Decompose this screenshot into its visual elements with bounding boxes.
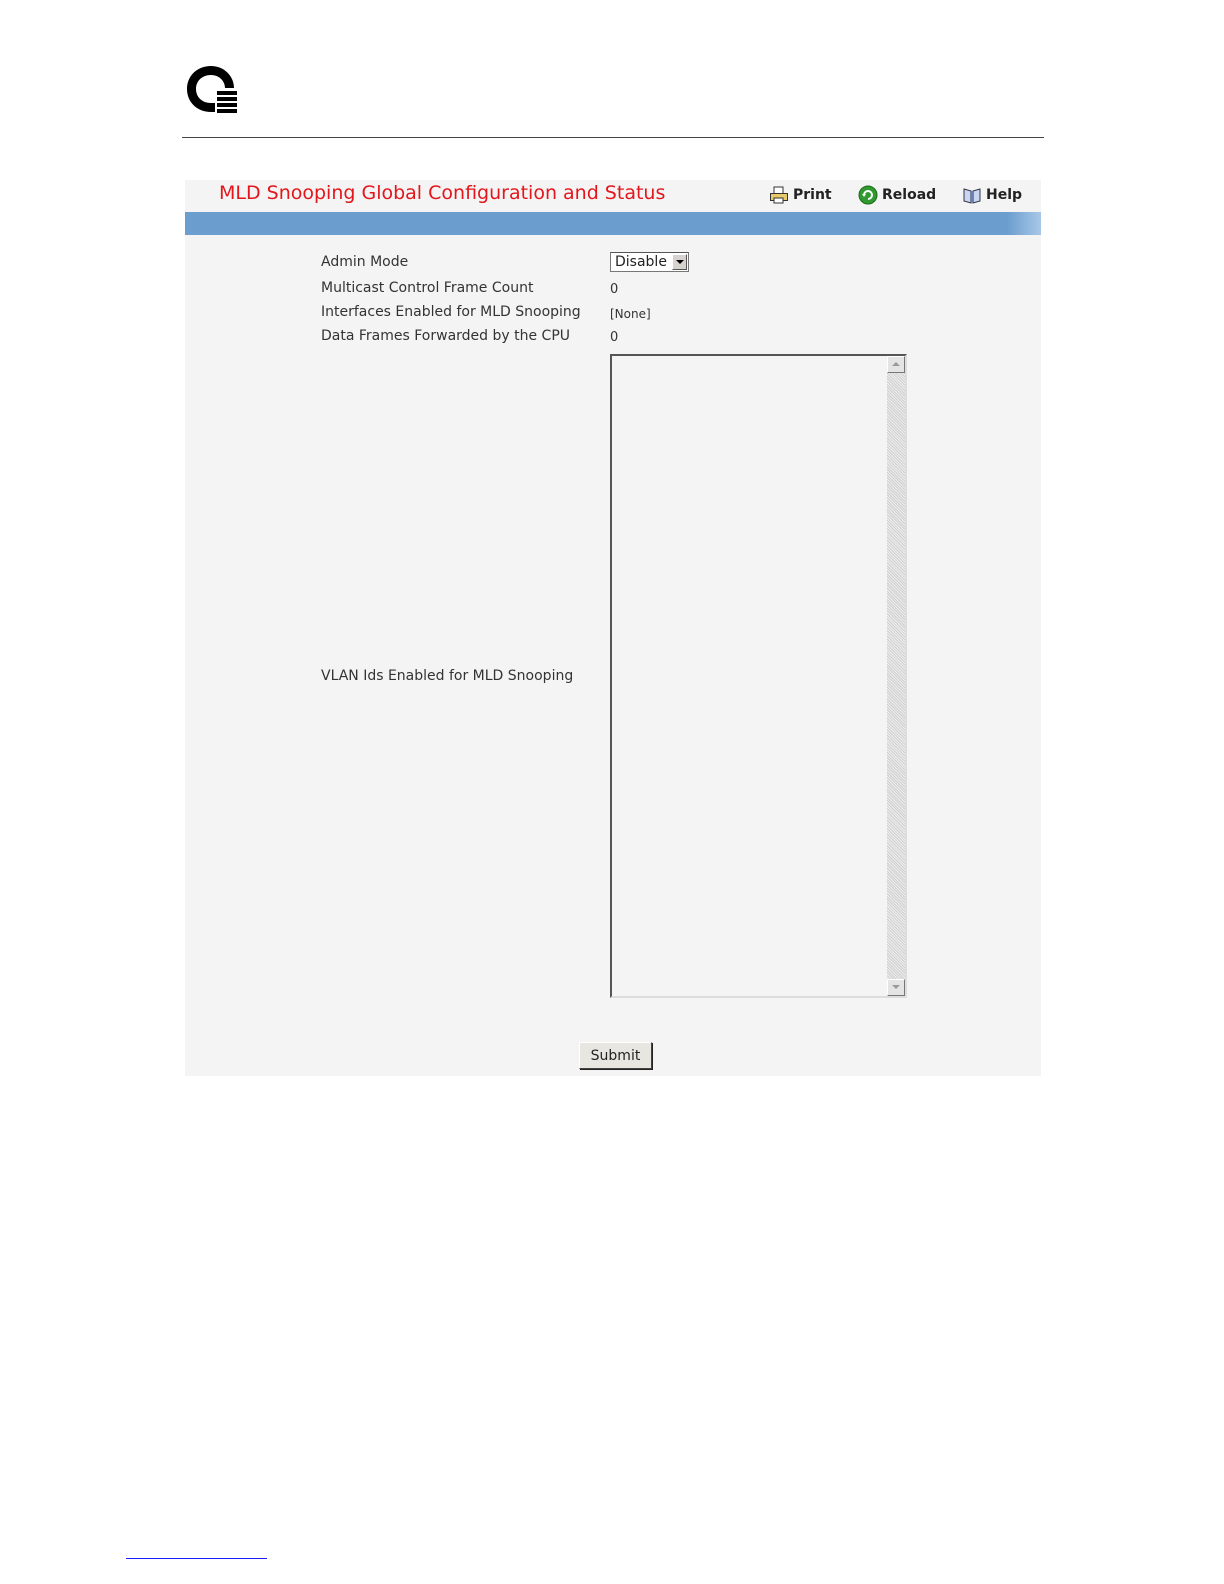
scroll-down-icon[interactable] [887,979,905,996]
scroll-up-icon[interactable] [887,356,905,373]
admin-mode-selected-value: Disable [615,254,667,270]
brand-logo-icon [187,66,237,113]
print-button[interactable]: Print [769,184,832,206]
reload-button[interactable]: Reload [858,184,936,206]
help-book-icon [963,188,981,204]
data-frames-forwarded-label: Data Frames Forwarded by the CPU [321,328,571,344]
data-frames-forwarded-value: 0 [610,330,619,345]
vlan-ids-listbox[interactable] [610,354,907,998]
page-title: MLD Snooping Global Configuration and St… [219,182,666,204]
reload-icon [858,185,878,205]
reload-label: Reload [882,187,937,203]
multicast-control-frame-count-label: Multicast Control Frame Count [321,280,534,296]
interfaces-enabled-value: [None] [610,307,651,321]
help-label: Help [986,187,1023,203]
config-panel: MLD Snooping Global Configuration and St… [185,180,1041,1076]
print-label: Print [793,187,832,203]
footer-link-underline [126,1558,267,1559]
vlan-listbox-scrollbar[interactable] [887,356,905,996]
section-header-bar [185,212,1041,235]
interfaces-enabled-label: Interfaces Enabled for MLD Snooping [321,304,581,320]
help-button[interactable]: Help [962,184,1022,206]
header-divider [182,137,1044,138]
submit-button[interactable]: Submit [579,1042,652,1069]
printer-icon [770,186,788,204]
vlan-ids-enabled-label: VLAN Ids Enabled for MLD Snooping [321,668,574,684]
multicast-control-frame-count-value: 0 [610,282,619,297]
admin-mode-select[interactable]: Disable [610,252,689,272]
admin-mode-label: Admin Mode [321,254,409,270]
dropdown-arrow-icon[interactable] [672,254,687,270]
